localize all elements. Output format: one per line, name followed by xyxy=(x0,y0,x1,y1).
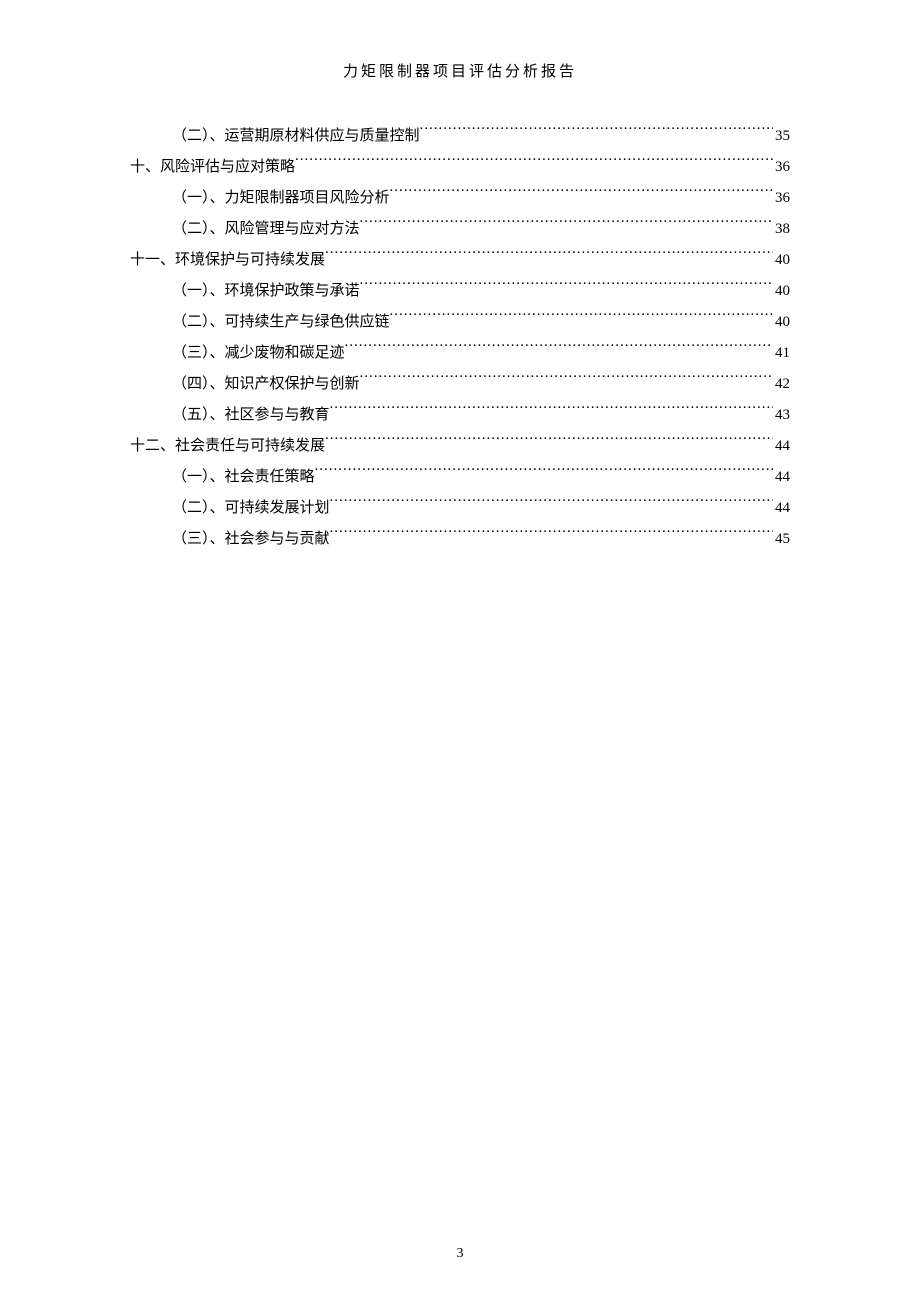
toc-page-number: 44 xyxy=(773,462,790,492)
toc-entry: （四）、知识产权保护与创新 42 xyxy=(130,369,790,399)
toc-label: （四）、知识产权保护与创新 xyxy=(172,369,360,399)
toc-label: 十一、环境保护与可持续发展 xyxy=(130,245,325,275)
toc-entry: （二）、可持续生产与绿色供应链 40 xyxy=(130,307,790,337)
toc-dots xyxy=(390,311,773,326)
toc-label: （一）、力矩限制器项目风险分析 xyxy=(172,183,390,213)
toc-dots xyxy=(360,218,773,233)
toc-label: 十二、社会责任与可持续发展 xyxy=(130,431,325,461)
toc-entry: （一）、社会责任策略 44 xyxy=(130,462,790,492)
toc-label: （三）、减少废物和碳足迹 xyxy=(172,338,345,368)
toc-entry: （三）、减少废物和碳足迹 41 xyxy=(130,338,790,368)
toc-page-number: 45 xyxy=(773,524,790,554)
toc-entry: 十一、环境保护与可持续发展 40 xyxy=(130,245,790,275)
toc-entry: （二）、风险管理与应对方法 38 xyxy=(130,214,790,244)
toc-page-number: 43 xyxy=(773,400,790,430)
toc-entry: （一）、力矩限制器项目风险分析 36 xyxy=(130,183,790,213)
toc-label: （三）、社会参与与贡献 xyxy=(172,524,330,554)
toc-page-number: 36 xyxy=(773,183,790,213)
toc-dots xyxy=(325,435,773,450)
toc-page-number: 40 xyxy=(773,245,790,275)
toc-label: （二）、风险管理与应对方法 xyxy=(172,214,360,244)
toc-label: （一）、社会责任策略 xyxy=(172,462,315,492)
toc-entry: （二）、可持续发展计划 44 xyxy=(130,493,790,523)
toc-page-number: 44 xyxy=(773,431,790,461)
toc-entry: （二）、运营期原材料供应与质量控制 35 xyxy=(130,121,790,151)
toc-label: （一）、环境保护政策与承诺 xyxy=(172,276,360,306)
toc-page-number: 40 xyxy=(773,276,790,306)
toc-dots xyxy=(360,280,773,295)
toc-dots xyxy=(390,187,773,202)
toc-dots xyxy=(325,249,773,264)
toc-entry: （三）、社会参与与贡献 45 xyxy=(130,524,790,554)
table-of-contents: （二）、运营期原材料供应与质量控制 35 十、风险评估与应对策略 36 （一）、… xyxy=(130,121,790,554)
toc-dots xyxy=(295,156,773,171)
toc-label: （五）、社区参与与教育 xyxy=(172,400,330,430)
toc-dots xyxy=(330,528,773,543)
toc-label: （二）、可持续生产与绿色供应链 xyxy=(172,307,390,337)
toc-dots xyxy=(315,466,773,481)
toc-page-number: 42 xyxy=(773,369,790,399)
toc-dots xyxy=(360,373,773,388)
toc-entry: 十二、社会责任与可持续发展 44 xyxy=(130,431,790,461)
toc-page-number: 40 xyxy=(773,307,790,337)
toc-page-number: 38 xyxy=(773,214,790,244)
toc-dots xyxy=(345,342,773,357)
toc-label: 十、风险评估与应对策略 xyxy=(130,152,295,182)
toc-dots xyxy=(330,404,773,419)
toc-page-number: 35 xyxy=(773,121,790,151)
page-header-title: 力矩限制器项目评估分析报告 xyxy=(130,60,790,81)
toc-page-number: 44 xyxy=(773,493,790,523)
page-footer-number: 3 xyxy=(0,1246,920,1262)
toc-entry: （五）、社区参与与教育 43 xyxy=(130,400,790,430)
document-page: 力矩限制器项目评估分析报告 （二）、运营期原材料供应与质量控制 35 十、风险评… xyxy=(0,0,920,1302)
toc-label: （二）、可持续发展计划 xyxy=(172,493,330,523)
toc-entry: 十、风险评估与应对策略 36 xyxy=(130,152,790,182)
toc-page-number: 36 xyxy=(773,152,790,182)
toc-dots xyxy=(420,125,773,140)
toc-dots xyxy=(330,497,773,512)
toc-page-number: 41 xyxy=(773,338,790,368)
toc-entry: （一）、环境保护政策与承诺 40 xyxy=(130,276,790,306)
toc-label: （二）、运营期原材料供应与质量控制 xyxy=(172,121,420,151)
